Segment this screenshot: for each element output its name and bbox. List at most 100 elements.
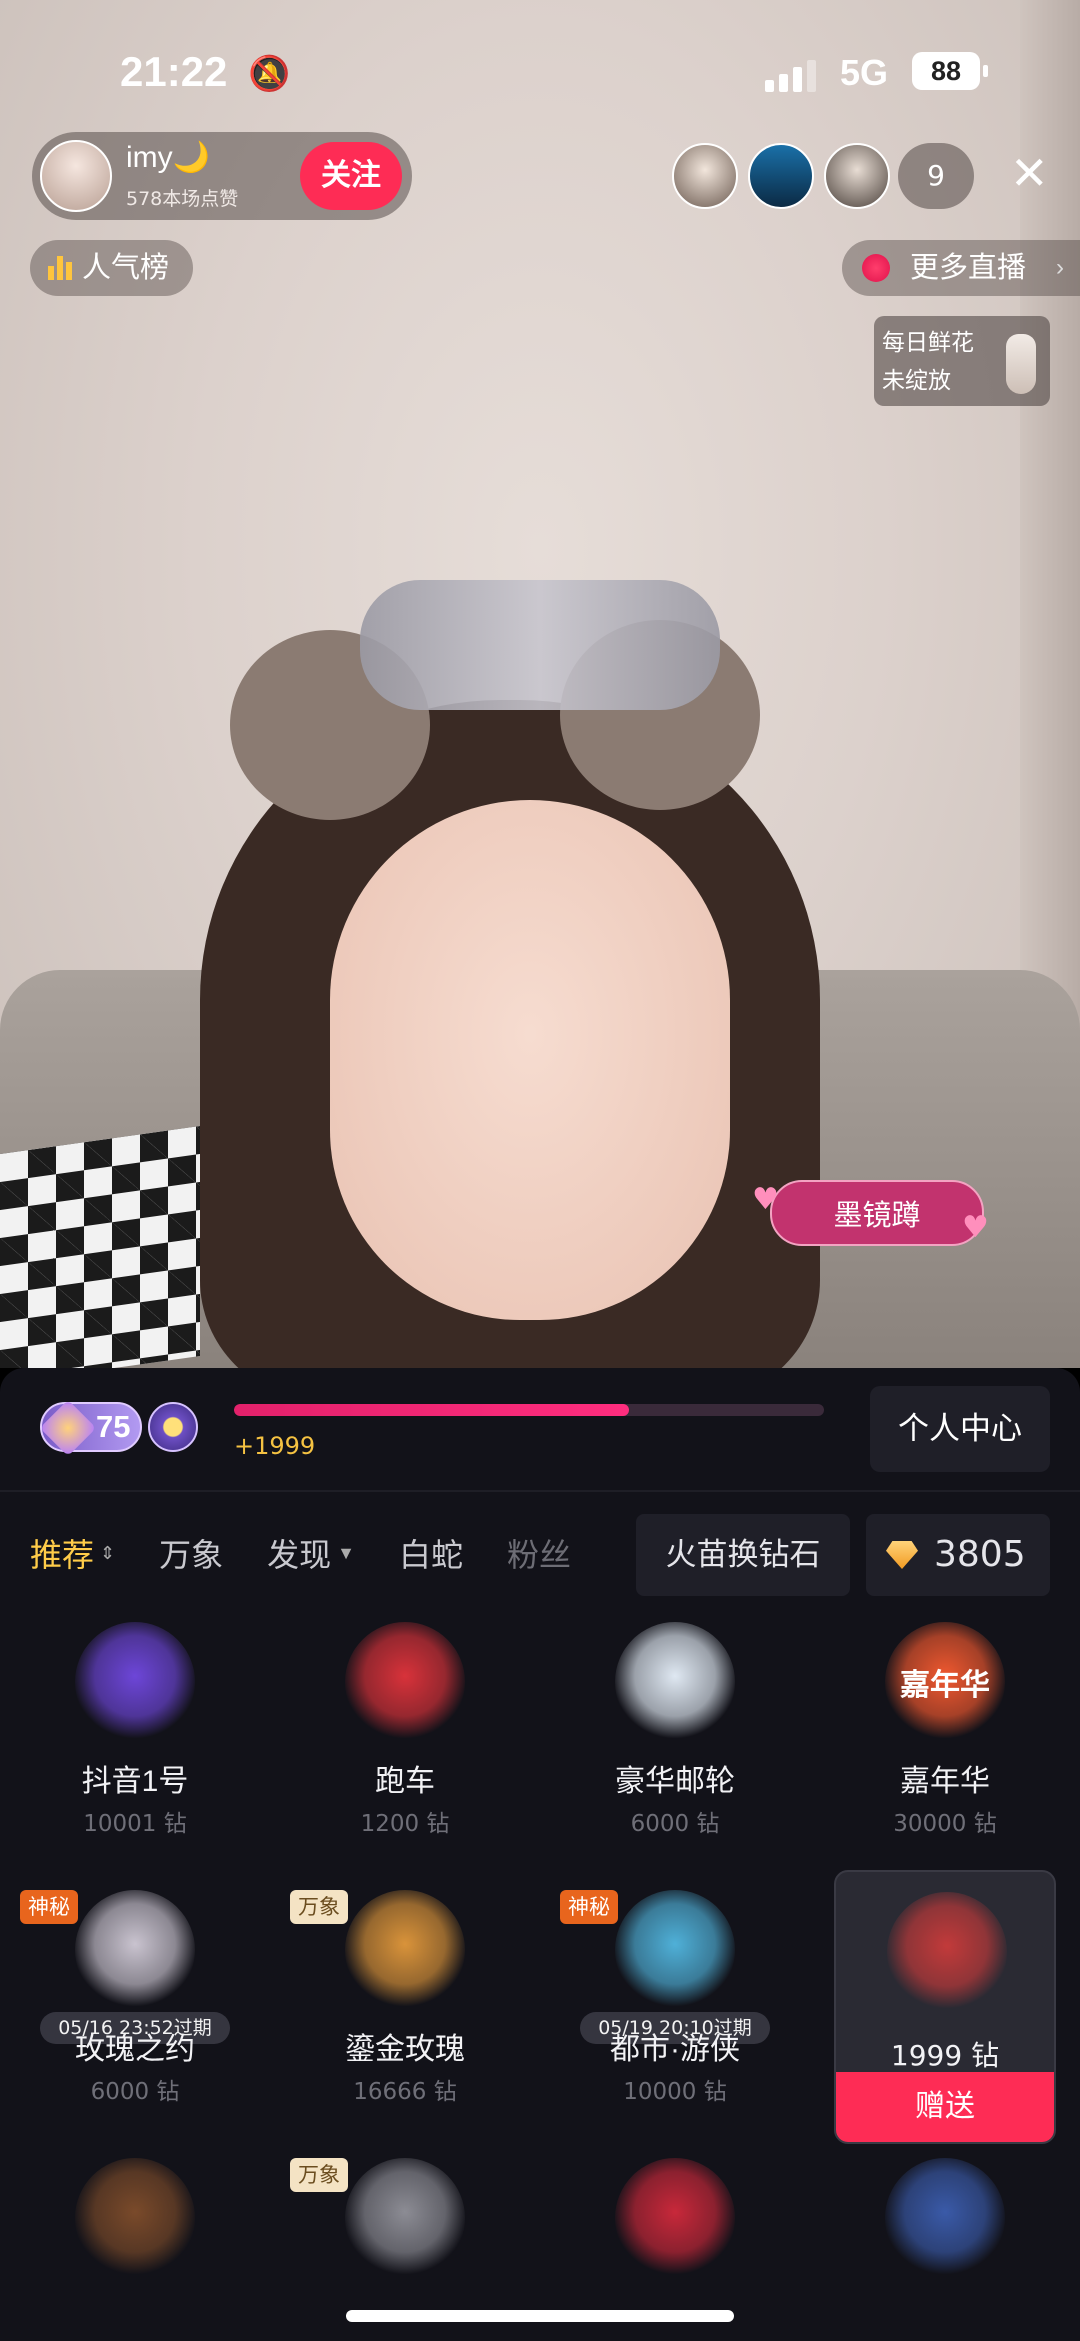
tab-recommend[interactable]: 推荐 ⇕: [30, 1530, 115, 1576]
gift-badge: 神秘: [20, 1890, 78, 1924]
bicycle-icon: [887, 1892, 1007, 2012]
diamond-icon: [886, 1541, 918, 1569]
tab-wanxiang[interactable]: 万象: [159, 1530, 223, 1576]
chevron-right-icon: ›: [1056, 254, 1064, 281]
sort-icon: ⇕: [100, 1542, 116, 1563]
balance-value: 3805: [934, 1534, 1026, 1575]
eagle-icon: [345, 2158, 465, 2278]
heart-icon: ♥: [752, 1182, 779, 1217]
gift-badge: 神秘: [560, 1890, 618, 1924]
diamond-balance[interactable]: 3805: [866, 1514, 1050, 1596]
gift-name: 玫瑰之约: [75, 2033, 195, 2066]
live-dot-icon: [862, 254, 890, 282]
gift-price: 10001 钻: [83, 1811, 187, 1837]
audience-avatar-3[interactable]: [824, 143, 890, 209]
personal-center-button[interactable]: 个人中心: [870, 1386, 1050, 1472]
heart-icon: ♥: [962, 1210, 989, 1245]
audience-avatar-1[interactable]: [672, 143, 738, 209]
send-button[interactable]: 赠送: [836, 2072, 1054, 2142]
progress-gain: +1999: [234, 1432, 316, 1460]
gift-item[interactable]: 嘉年华 嘉年华 30000 钻: [810, 1622, 1080, 1882]
gift-price: 16666 钻: [353, 2079, 457, 2105]
mute-bell-icon: 🔕: [248, 54, 291, 94]
level-progress-bar: [234, 1404, 824, 1416]
checkered-pillow: [0, 1125, 200, 1368]
signal-icon: [765, 58, 816, 92]
gift-item[interactable]: 豪华邮轮 6000 钻: [540, 1622, 810, 1882]
home-indicator[interactable]: [346, 2310, 734, 2322]
gift-item[interactable]: 神秘 05/16 23:52过期 玫瑰之约 6000 钻: [0, 1890, 270, 2150]
gem-icon: [39, 1399, 97, 1457]
gift-panel: 75 +1999 个人中心 推荐 ⇕ 万象 发现 ▼ 白蛇 粉丝 火苗换钻石 380…: [0, 1368, 1080, 2341]
divider: [0, 1490, 1080, 1492]
fan-level-number: 75: [96, 1409, 131, 1444]
bar-chart-icon: [48, 254, 72, 280]
gift-name: 豪华邮轮: [615, 1765, 735, 1798]
streamer-face: [330, 800, 730, 1320]
clock: 21:22: [120, 48, 228, 95]
gift-price: 1999 钻: [890, 2039, 1000, 2072]
tab-label: 粉丝: [506, 1537, 571, 1573]
gift-name: 跑车: [375, 1765, 435, 1798]
gift-name: 鎏金玫瑰: [345, 2033, 465, 2066]
tab-label: 万象: [159, 1537, 224, 1573]
gift-price: 30000 钻: [893, 1811, 997, 1837]
audience-avatar-2[interactable]: [748, 143, 814, 209]
tab-white-snake[interactable]: 白蛇: [399, 1530, 463, 1576]
chevron-down-icon: ▼: [337, 1542, 355, 1563]
fan-level-badge[interactable]: 75: [39, 1399, 142, 1457]
gift-badge: 万象: [290, 1890, 348, 1924]
headband-bow: [360, 580, 720, 710]
popularity-label: 人气榜: [82, 252, 170, 284]
gift-art-text: 嘉年华: [900, 1669, 990, 1702]
gift-item[interactable]: 神秘 05/19 20:10过期 都市·游侠 10000 钻: [540, 1890, 810, 2150]
gift-item[interactable]: 1999 钻赠送: [834, 1870, 1056, 2144]
host-info-pill[interactable]: imy🌙 578本场点赞 关注: [32, 132, 412, 220]
sports-car-icon: [345, 1622, 465, 1742]
tab-label: 白蛇: [398, 1537, 463, 1573]
level-progress-fill: [234, 1404, 630, 1416]
gift-name: 都市·游侠: [610, 2033, 740, 2066]
gift-name: 嘉年华: [900, 1765, 990, 1798]
effect-name-tag: 墨镜蹲: [770, 1180, 984, 1246]
gift-item[interactable]: 万象鎏金玫瑰 16666 钻: [270, 1890, 540, 2150]
gift-price: 1200 钻: [360, 1811, 450, 1837]
more-live-button[interactable]: 更多直播 ›: [842, 240, 1080, 296]
vase-icon: [1006, 334, 1036, 394]
gift-item[interactable]: [810, 2158, 1080, 2341]
red-envelope-icon: [615, 2158, 735, 2278]
exchange-diamond-button[interactable]: 火苗换钻石: [636, 1514, 850, 1596]
popularity-rank-button[interactable]: 人气榜: [30, 240, 193, 296]
tab-fans[interactable]: 粉丝: [507, 1530, 571, 1576]
gift-tabs: 推荐 ⇕ 万象 发现 ▼ 白蛇 粉丝: [30, 1518, 615, 1588]
gift-badge: 万象: [290, 2158, 348, 2192]
battery-icon: 88: [912, 52, 988, 90]
gift-price: 6000 钻: [630, 1811, 720, 1837]
gift-item[interactable]: [0, 2158, 270, 2341]
carnival-icon: 嘉年华: [885, 1622, 1005, 1742]
astronaut-icon: [75, 2158, 195, 2278]
close-icon[interactable]: ✕: [1010, 146, 1049, 200]
rocket-icon: [75, 1622, 195, 1742]
tab-label: 推荐: [30, 1537, 95, 1573]
gift-name: 抖音1号: [81, 1765, 189, 1798]
rose-knight-icon: [75, 1890, 195, 2010]
host-avatar[interactable]: [40, 140, 112, 212]
gift-item[interactable]: 抖音1号 10001 钻: [0, 1622, 270, 1882]
tab-label: 发现: [267, 1537, 332, 1573]
city-ranger-icon: [615, 1890, 735, 2010]
cruise-ship-icon: [615, 1622, 735, 1742]
follow-button[interactable]: 关注: [300, 142, 402, 210]
hot-air-balloon-icon: [885, 2158, 1005, 2278]
gift-price: 6000 钻: [90, 2079, 180, 2105]
network-type: 5G: [840, 52, 889, 93]
daily-flower-card[interactable]: 每日鲜花 未绽放: [874, 316, 1050, 406]
golden-rose-icon: [345, 1890, 465, 2010]
status-bar: 21:22 🔕 5G 88: [0, 40, 1080, 110]
host-name: imy🌙: [126, 141, 211, 174]
gift-item[interactable]: 跑车 1200 钻: [270, 1622, 540, 1882]
coin-icon[interactable]: [148, 1402, 198, 1452]
audience-count[interactable]: 9: [898, 143, 974, 209]
tab-discover[interactable]: 发现 ▼: [267, 1530, 355, 1576]
more-live-label: 更多直播: [910, 252, 1027, 284]
